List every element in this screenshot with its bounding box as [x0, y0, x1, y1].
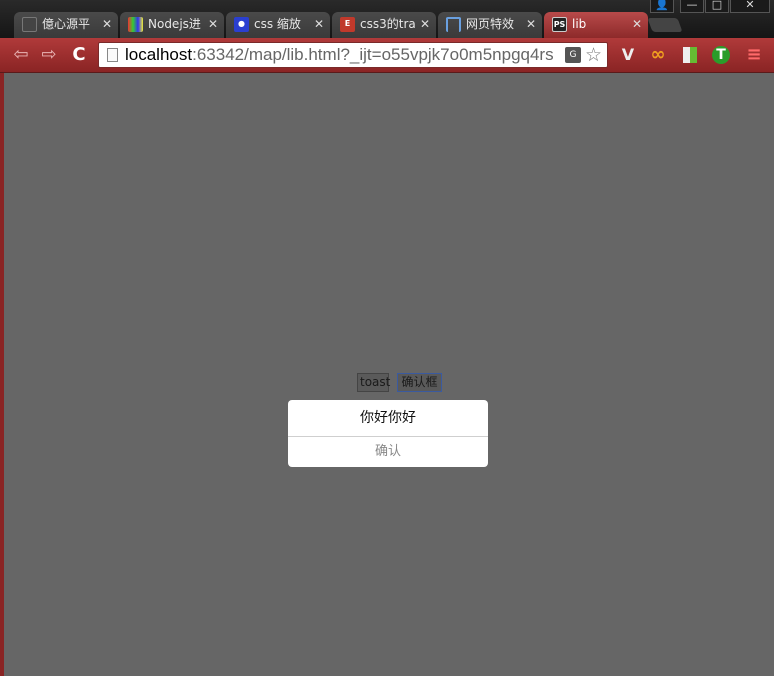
forward-icon[interactable]: ⇨ [38, 45, 60, 65]
notebook-shape [683, 47, 697, 63]
tab-5[interactable]: 网页特效 ✕ [438, 12, 542, 38]
ps-icon: PS [552, 17, 567, 32]
back-icon[interactable]: ⇦ [10, 45, 32, 65]
notebook-extension-icon[interactable] [680, 45, 700, 65]
tab-title: 億心源平 [42, 17, 91, 31]
confirm-dialog: 你好你好 确认 [288, 400, 488, 467]
new-tab-button[interactable] [647, 18, 683, 32]
toast-button[interactable]: toast [357, 373, 390, 392]
minimize-button[interactable]: — [680, 0, 704, 13]
tab-title: css 缩放 [254, 17, 301, 31]
nodejs-favicon-icon [128, 17, 143, 32]
infinity-extension-icon[interactable]: ∞ [648, 45, 668, 65]
tab-close-icon[interactable]: ✕ [526, 12, 536, 37]
vivaldi-extension-icon[interactable]: V [618, 45, 638, 65]
t-extension-icon[interactable]: T [712, 46, 730, 64]
tab-2[interactable]: Nodejs进 ✕ [120, 12, 224, 38]
menu-icon[interactable]: ≡ [744, 45, 764, 65]
paw-icon: ● [234, 17, 249, 32]
user-profile-icon[interactable]: 👤 [650, 0, 674, 13]
tab-close-icon[interactable]: ✕ [102, 12, 112, 37]
tab-lib-active[interactable]: PS lib ✕ [544, 12, 648, 38]
tab-close-icon[interactable]: ✕ [632, 12, 642, 37]
tab-4[interactable]: E css3的tra ✕ [332, 12, 436, 38]
url-path: :63342/map/lib.html?_ijt=o55vpjk7o0m5npg… [192, 45, 554, 64]
page-info-icon[interactable] [107, 48, 118, 62]
address-bar[interactable]: localhost:63342/map/lib.html?_ijt=o55vpj… [98, 42, 608, 68]
tab-title: lib [572, 17, 587, 31]
maximize-button[interactable]: □ [705, 0, 729, 13]
star-icon[interactable]: ☆ [585, 43, 602, 67]
browser-toolbar: ⇦ ⇨ C localhost:63342/map/lib.html?_ijt=… [0, 38, 774, 73]
reload-icon[interactable]: C [68, 45, 90, 65]
tab-title: css3的tra [360, 17, 416, 31]
tab-1[interactable]: 億心源平 ✕ [14, 12, 118, 38]
url-text[interactable]: localhost:63342/map/lib.html?_ijt=o55vpj… [125, 43, 561, 67]
url-host: localhost [125, 45, 193, 64]
tab-close-icon[interactable]: ✕ [208, 12, 218, 37]
dialog-message: 你好你好 [360, 410, 416, 426]
tab-3[interactable]: ● css 缩放 ✕ [226, 12, 330, 38]
tab-close-icon[interactable]: ✕ [420, 12, 430, 37]
confirm-box-button[interactable]: 确认框 [397, 373, 442, 392]
page-viewport: toast 确认框 你好你好 确认 [0, 73, 774, 676]
frame-icon [446, 17, 461, 32]
tab-title: 网页特效 [466, 17, 515, 31]
page-icon [22, 17, 37, 32]
title-bar: 億心源平 ✕ Nodejs进 ✕ ● css 缩放 ✕ E css3的tra ✕… [0, 0, 774, 38]
translate-icon[interactable]: G [565, 47, 581, 63]
tab-title: Nodejs进 [148, 17, 201, 31]
e-logo-icon: E [340, 17, 355, 32]
dialog-confirm-button[interactable]: 确认 [288, 437, 488, 467]
tab-close-icon[interactable]: ✕ [314, 12, 324, 37]
close-window-button[interactable]: ✕ [730, 0, 770, 13]
